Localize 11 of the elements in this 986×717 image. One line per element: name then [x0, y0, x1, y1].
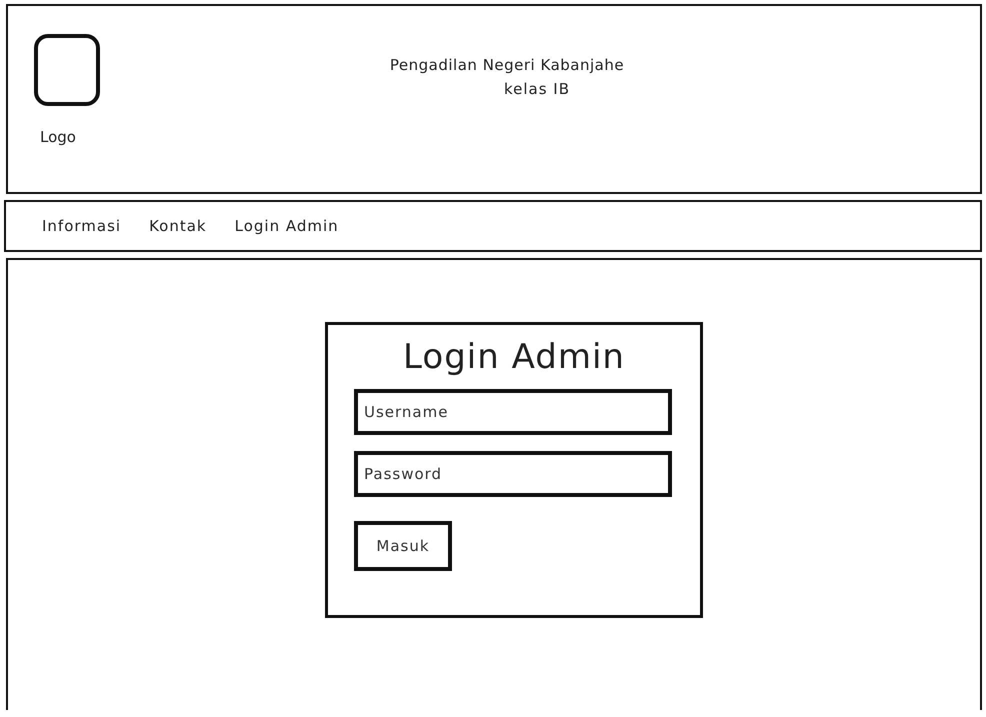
login-title: Login Admin — [402, 337, 626, 377]
logo-icon — [34, 34, 100, 106]
site-subtitle: kelas IB — [504, 80, 570, 98]
nav-link[interactable]: Login Admin — [234, 217, 339, 235]
logo-label: Logo — [40, 128, 77, 146]
site-title: Pengadilan Negeri Kabanjahe — [390, 56, 624, 74]
input-field[interactable]: Username — [354, 389, 672, 435]
nav-link[interactable]: Kontak — [149, 217, 207, 235]
nav-link[interactable]: Informasi — [42, 217, 122, 235]
input-field[interactable]: Password — [354, 451, 672, 497]
login-button[interactable]: Masuk — [354, 521, 452, 571]
